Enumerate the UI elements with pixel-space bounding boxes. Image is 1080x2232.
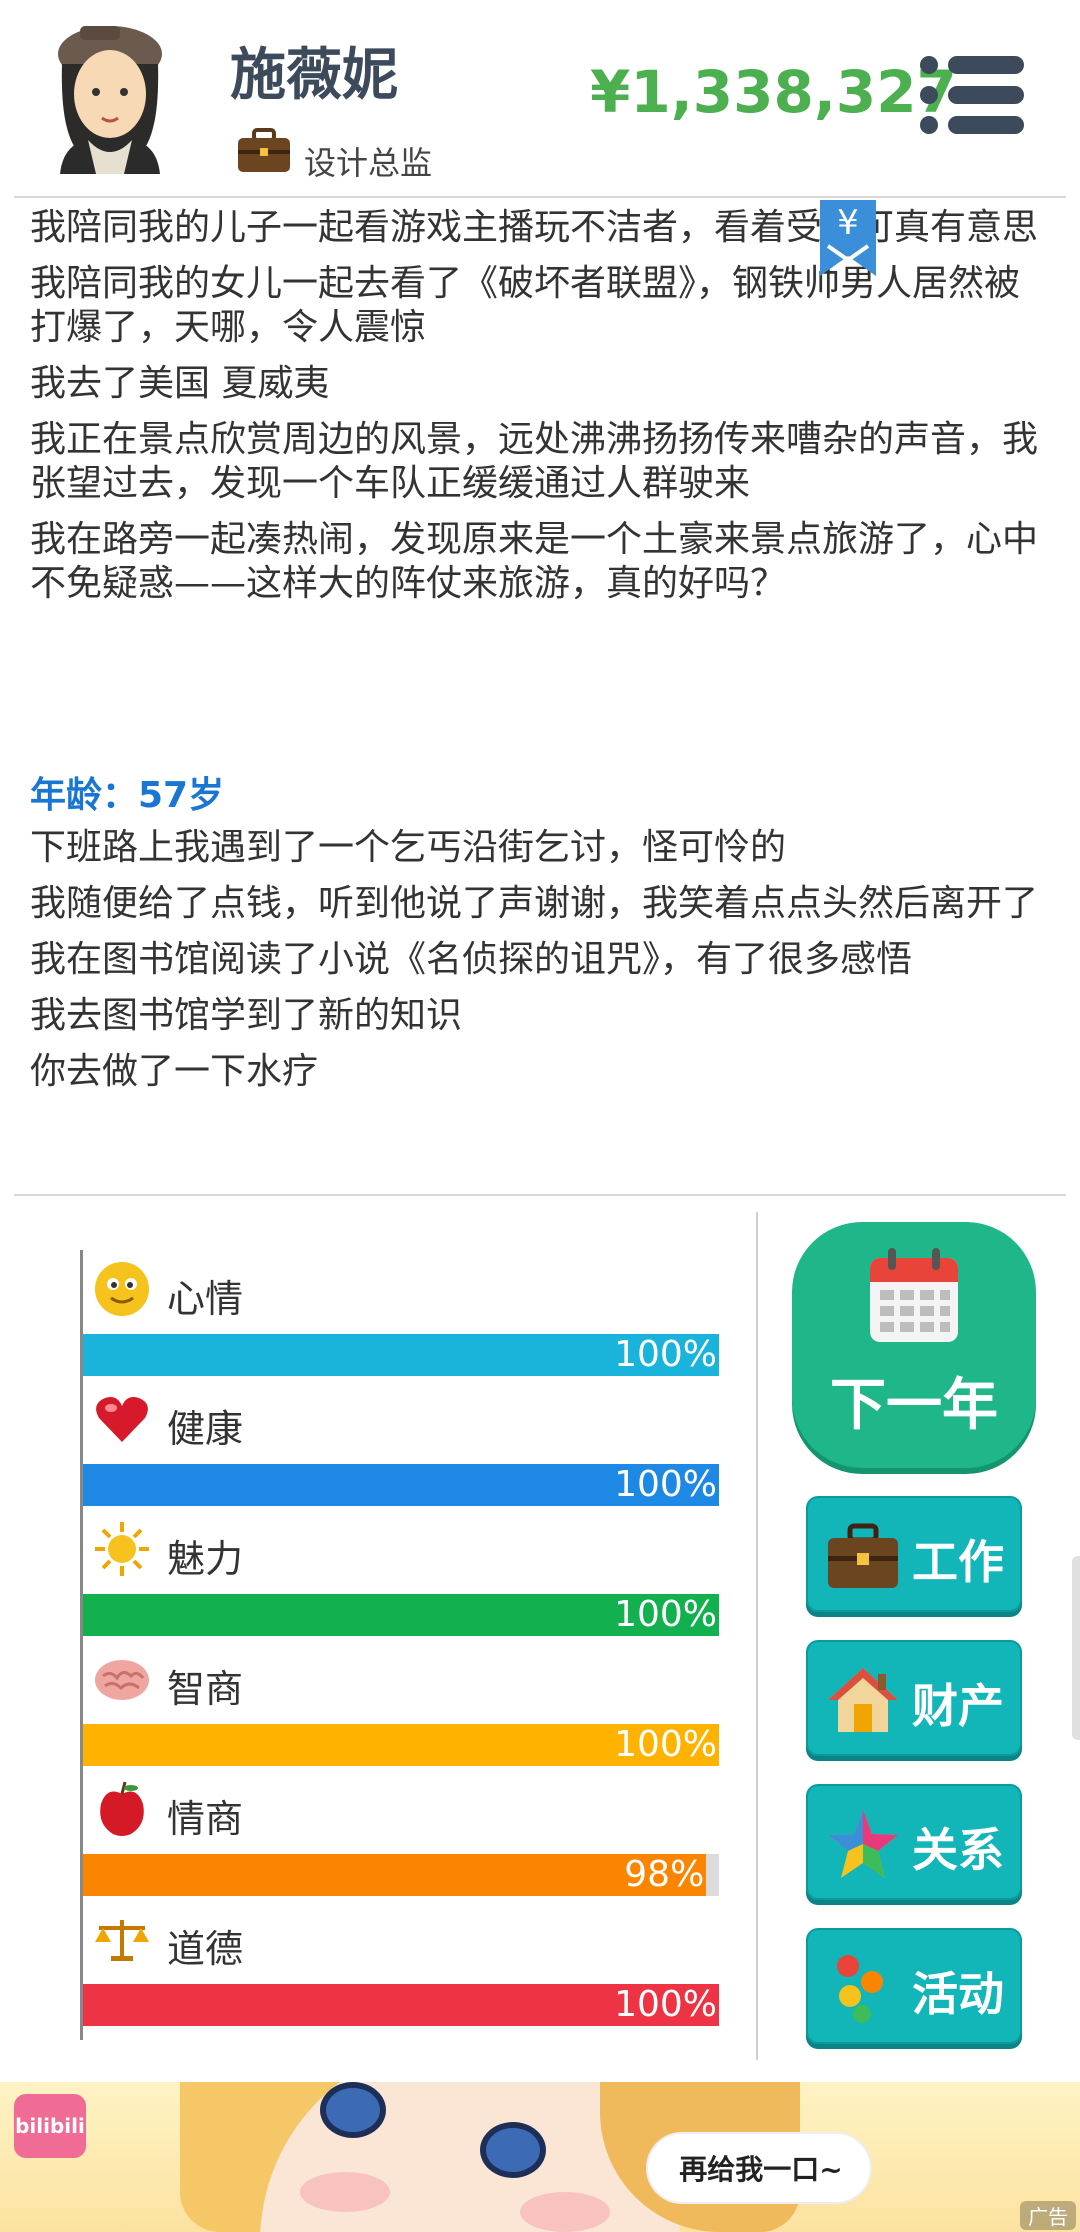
ad-speech-bubble: 再给我一口~ [646, 2132, 872, 2204]
stat-bar: 100% [83, 1724, 719, 1766]
stat-bar: 100% [83, 1334, 719, 1376]
ad-banner[interactable]: bilibili 再给我一口~ 广告 [0, 2082, 1080, 2232]
log-entry: 我在路旁一起凑热闹，发现原来是一个土豪来景点旅游了，心中不免疑惑——这样大的阵仗… [30, 519, 1039, 604]
log-entry: 我正在景点欣赏周边的风景，远处沸沸扬扬传来嘈杂的声音，我张望过去，发现一个车队正… [30, 419, 1039, 504]
menu-button[interactable] [920, 56, 1024, 134]
log-entry: 我陪同我的女儿一起去看了《破坏者联盟》，钢铁帅男人居然被打爆了，天哪，令人震惊 [30, 263, 1021, 348]
sun-icon [95, 1522, 149, 1576]
log-entry: 我在图书馆阅读了小说《名侦探的诅咒》，有了很多感悟 [30, 939, 913, 980]
activities-button[interactable]: 活动 [806, 1928, 1022, 2044]
stat-label: 情商 [167, 1797, 244, 1841]
stats-panel: 心情 100% 健康 100% 魅力 100% 智商 100% 情商 98% 道… [80, 1250, 720, 2040]
work-button[interactable]: 工作 [806, 1496, 1022, 1612]
stat-value: 100% [614, 1594, 717, 1635]
bookmark-symbol: ¥ [837, 203, 859, 243]
stat-value: 100% [614, 1464, 717, 1505]
log-entry: 我去图书馆学到了新的知识 [30, 995, 463, 1036]
stat-value: 98% [624, 1854, 705, 1895]
age-label: 年龄：57岁 [30, 775, 225, 816]
stat-label: 智商 [167, 1667, 244, 1711]
log-entry: 我陪同我的儿子一起看游戏主播玩不洁者，看着受苦可真有意思 [30, 207, 1039, 248]
money-balance: ¥1,338,327 [590, 58, 957, 126]
log-entry: 你去做了一下水疗 [30, 1051, 319, 1092]
next-year-button[interactable]: 下一年 [792, 1222, 1036, 1468]
stat-label: 健康 [167, 1407, 244, 1451]
stat-bar: 100% [83, 1594, 719, 1636]
heart-icon [96, 1397, 148, 1442]
scales-icon [95, 1920, 149, 1961]
activities-label: 活动 [912, 1967, 1004, 2021]
house-icon [828, 1668, 898, 1732]
event-log: 我陪同我的儿子一起看游戏主播玩不洁者，看着受苦可真有意思 我陪同我的女儿一起去看… [30, 206, 1050, 618]
work-label: 工作 [912, 1535, 1004, 1589]
job-title: 设计总监 [304, 144, 433, 182]
next-year-label: 下一年 [830, 1373, 998, 1438]
stat-bar: 100% [83, 1464, 719, 1506]
header-divider [14, 196, 1066, 198]
ad-tag[interactable]: 广告 [1020, 2201, 1076, 2230]
log-entry: 我随便给了点钱，听到他说了声谢谢，我笑着点点头然后离开了 [30, 883, 1039, 924]
briefcase-icon [828, 1523, 898, 1588]
assets-label: 财产 [912, 1679, 1004, 1733]
stat-bar: 100% [83, 1984, 719, 2026]
event-log-current: 下班路上我遇到了一个乞丐沿街乞讨，怪可怜的 我随便给了点钱，听到他说了声谢谢，我… [30, 826, 1050, 1106]
bilibili-logo: bilibili [14, 2094, 86, 2158]
log-divider [14, 1194, 1066, 1196]
header: 施薇妮 设计总监 ¥1,338,327 [0, 0, 1080, 196]
panel-divider [756, 1212, 758, 2060]
stat-label: 魅力 [167, 1537, 244, 1581]
star-icon [828, 1810, 898, 1878]
stat-bar: 98% [83, 1854, 719, 1896]
stat-value: 100% [614, 1724, 717, 1765]
calendar-icon [870, 1248, 958, 1342]
smiley-icon [95, 1262, 149, 1316]
brain-icon [95, 1660, 149, 1700]
avatar[interactable] [40, 14, 180, 174]
log-entry: 我去了美国 夏威夷 [30, 363, 330, 404]
menu-icon [920, 56, 938, 74]
stat-value: 100% [614, 1984, 717, 2025]
ad-bubble-text: 再给我一口~ [679, 2153, 843, 2186]
edge-handle[interactable] [1072, 1556, 1080, 1740]
stat-label: 道德 [167, 1927, 244, 1971]
player-name: 施薇妮 [230, 43, 398, 108]
stat-fill [83, 1854, 707, 1896]
briefcase-icon [238, 128, 290, 172]
activity-dots-icon [837, 1955, 883, 2023]
relations-button[interactable]: 关系 [806, 1784, 1022, 1900]
bookmark-icon[interactable]: ¥ [820, 200, 876, 276]
assets-button[interactable]: 财产 [806, 1640, 1022, 1756]
relations-label: 关系 [912, 1823, 1004, 1877]
apple-icon [100, 1781, 144, 1836]
stat-value: 100% [614, 1334, 717, 1375]
log-entry: 下班路上我遇到了一个乞丐沿街乞讨，怪可怜的 [30, 827, 787, 868]
stat-label: 心情 [167, 1277, 244, 1321]
